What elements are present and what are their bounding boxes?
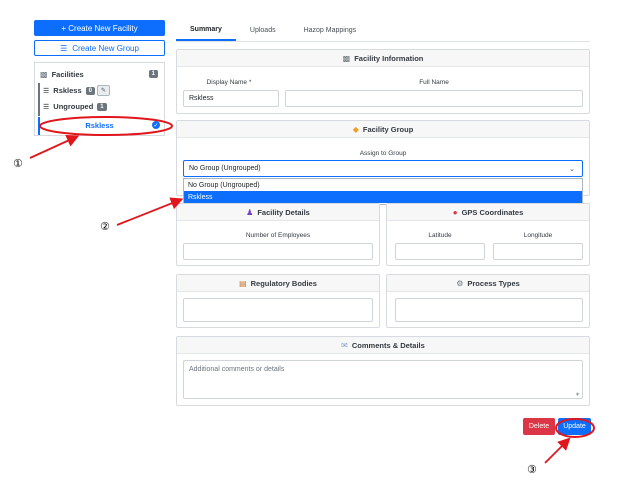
highlight-ellipse-1 — [39, 116, 173, 136]
annotation-arrow-2 — [116, 197, 184, 226]
annotation-arrow-3 — [544, 437, 571, 464]
annotation-arrow-1 — [29, 135, 80, 159]
annotation-marker-1: ① — [13, 157, 23, 170]
annotation-overlay — [29, 116, 595, 464]
highlight-ellipse-3 — [555, 418, 595, 438]
annotation-marker-3: ③ — [527, 463, 537, 476]
annotation-marker-2: ② — [100, 220, 110, 233]
